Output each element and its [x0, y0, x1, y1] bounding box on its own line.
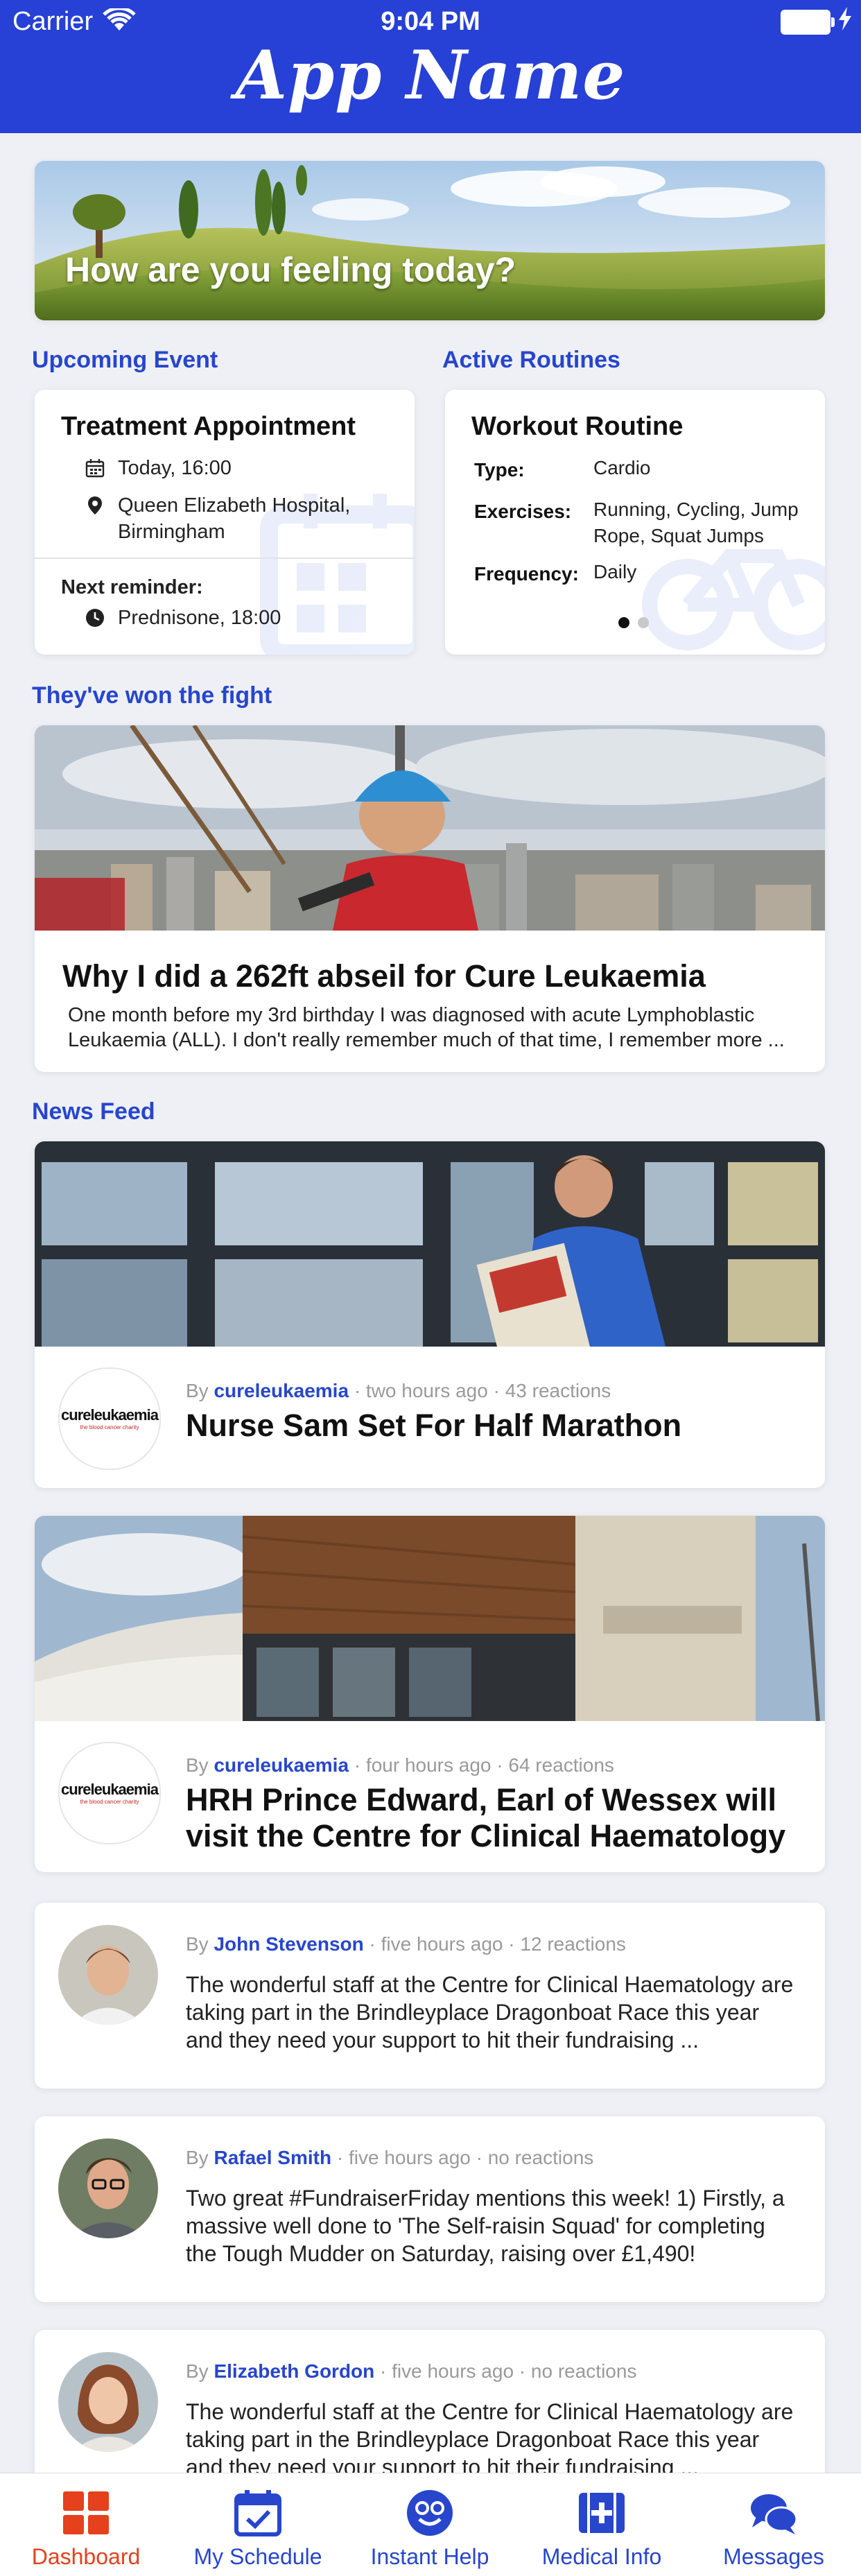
avatar[interactable]	[58, 2352, 158, 2452]
by-label: By	[186, 2360, 209, 2382]
charging-bolt-icon	[839, 7, 851, 31]
mood-checkin-banner[interactable]: How are you feeling today?	[35, 161, 825, 320]
news-card[interactable]: By Rafael Smith · five hours ago · no re…	[35, 2116, 825, 2302]
routine-frequency-value: Daily	[593, 561, 637, 582]
news-meta: By Elizabeth Gordon · five hours ago · n…	[186, 2360, 636, 2383]
app-title: App Name	[235, 36, 626, 114]
nurse-photo	[35, 1141, 825, 1347]
news-author-link[interactable]: Rafael Smith	[214, 2147, 331, 2168]
medical-cross-icon	[579, 2493, 625, 2533]
stories-heading: They've won the fight	[32, 682, 272, 709]
news-meta-text: · two hours ago · 43 reactions	[349, 1380, 611, 1401]
routine-card[interactable]: Workout Routine Type: Cardio Exercises: …	[445, 390, 825, 655]
story-title: Why I did a 262ft abseil for Cure Leukae…	[62, 958, 706, 994]
logo-word-cure: cure	[61, 1781, 91, 1798]
page-dot-active[interactable]	[618, 617, 629, 628]
user-photo	[58, 2352, 158, 2452]
news-meta: By cureleukaemia · four hours ago · 64 r…	[186, 1754, 614, 1777]
battery-icon	[781, 10, 835, 35]
tab-label: Instant Help	[370, 2544, 489, 2569]
news-meta-text: · five hours ago · no reactions	[374, 2360, 637, 2382]
user-photo	[58, 1925, 158, 2025]
divider	[35, 557, 415, 559]
routine-exercises-label: Exercises:	[474, 501, 572, 522]
news-author-link[interactable]: cureleukaemia	[214, 1754, 349, 1776]
news-meta-text: · five hours ago · no reactions	[331, 2147, 594, 2168]
by-label: By	[186, 1933, 209, 1955]
news-excerpt: The wonderful staff at the Centre for Cl…	[186, 1972, 794, 2052]
tab-label: My Schedule	[193, 2544, 322, 2569]
calendar-icon	[85, 459, 105, 478]
landscape-illustration	[35, 161, 825, 320]
routine-title: Workout Routine	[471, 412, 684, 441]
tab-label: Messages	[723, 2544, 824, 2569]
upcoming-event-card[interactable]: Treatment Appointment Today, 16:00 Queen…	[35, 390, 415, 655]
news-card[interactable]: cureleukaemia the blood cancer charity B…	[35, 1141, 825, 1488]
clinic-building-photo	[35, 1516, 825, 1721]
mood-prompt: How are you feeling today?	[65, 250, 516, 289]
reminder-label: Next reminder:	[61, 576, 203, 598]
news-card[interactable]: cureleukaemia the blood cancer charity B…	[35, 1516, 825, 1872]
news-author-link[interactable]: Elizabeth Gordon	[214, 2360, 374, 2382]
story-card[interactable]: Why I did a 262ft abseil for Cure Leukae…	[35, 725, 825, 1072]
by-label: By	[186, 2147, 209, 2168]
event-title: Treatment Appointment	[61, 412, 356, 441]
clock-icon	[86, 609, 104, 627]
tab-instant-help[interactable]: Instant Help	[344, 2473, 516, 2576]
avatar[interactable]	[58, 1925, 158, 2025]
news-author-link[interactable]: John Stevenson	[214, 1933, 363, 1955]
tab-my-schedule[interactable]: My Schedule	[172, 2473, 344, 2576]
logo-word-cure: cure	[61, 1406, 91, 1424]
logo-word-leukaemia: leukaemia	[90, 1406, 159, 1424]
news-card[interactable]: By John Stevenson · five hours ago · 12 …	[35, 1903, 825, 2089]
app-header: Carrier 9:04 PM App Name	[0, 0, 861, 133]
tab-label: Dashboard	[31, 2544, 141, 2569]
page-dot[interactable]	[638, 617, 649, 628]
smiley-icon	[407, 2490, 453, 2536]
abseil-photo	[35, 725, 825, 931]
news-meta: By cureleukaemia · two hours ago · 43 re…	[186, 1380, 611, 1402]
user-photo	[58, 2138, 158, 2238]
tab-messages[interactable]: Messages	[688, 2473, 860, 2576]
logo-word-leukaemia: leukaemia	[90, 1781, 159, 1798]
news-title: HRH Prince Edward, Earl of Wessex will v…	[186, 1782, 786, 1853]
logo-tagline: the blood cancer charity	[80, 1799, 139, 1805]
dashboard-icon	[63, 2491, 109, 2534]
routine-exercises-value: Running, Cycling, Jump Rope, Squat Jumps	[593, 499, 799, 546]
avatar[interactable]	[58, 2138, 158, 2238]
news-meta-text: · five hours ago · 12 reactions	[363, 1933, 626, 1955]
routine-type-label: Type:	[474, 459, 525, 481]
event-time: Today, 16:00	[118, 457, 232, 479]
routine-type-value: Cardio	[593, 457, 651, 478]
tab-label: Medical Info	[541, 2544, 662, 2569]
routine-frequency-label: Frequency:	[474, 563, 579, 585]
tab-dashboard[interactable]: Dashboard	[0, 2473, 172, 2576]
tab-bar: Dashboard My Schedule Instant Help Medic…	[0, 2473, 861, 2576]
cure-leukaemia-logo: cureleukaemia the blood cancer charity	[58, 1367, 161, 1470]
status-time: 9:04 PM	[381, 7, 480, 36]
by-label: By	[186, 1380, 209, 1401]
upcoming-event-heading: Upcoming Event	[32, 347, 218, 373]
chat-bubbles-icon	[751, 2494, 798, 2534]
cure-leukaemia-logo: cureleukaemia the blood cancer charity	[58, 1742, 161, 1844]
news-excerpt: Two great #FundraiserFriday mentions thi…	[186, 2186, 785, 2266]
news-title: Nurse Sam Set For Half Marathon	[186, 1408, 682, 1443]
event-location: Queen Elizabeth Hospital, Birmingham	[118, 494, 351, 543]
news-feed-heading: News Feed	[32, 1098, 155, 1125]
by-label: By	[186, 1754, 209, 1776]
tab-medical-info[interactable]: Medical Info	[516, 2473, 688, 2576]
news-excerpt: The wonderful staff at the Centre for Cl…	[186, 2399, 794, 2480]
location-pin-icon	[88, 496, 102, 515]
logo-tagline: the blood cancer charity	[80, 1424, 139, 1430]
story-excerpt: One month before my 3rd birthday I was d…	[68, 1004, 785, 1051]
calendar-check-icon	[234, 2490, 281, 2536]
news-meta: By John Stevenson · five hours ago · 12 …	[186, 1933, 626, 1955]
news-meta: By Rafael Smith · five hours ago · no re…	[186, 2147, 593, 2169]
news-author-link[interactable]: cureleukaemia	[214, 1380, 349, 1401]
news-meta-text: · four hours ago · 64 reactions	[349, 1754, 614, 1776]
reminder-value: Prednisone, 18:00	[118, 607, 281, 629]
active-routines-heading: Active Routines	[442, 347, 620, 373]
